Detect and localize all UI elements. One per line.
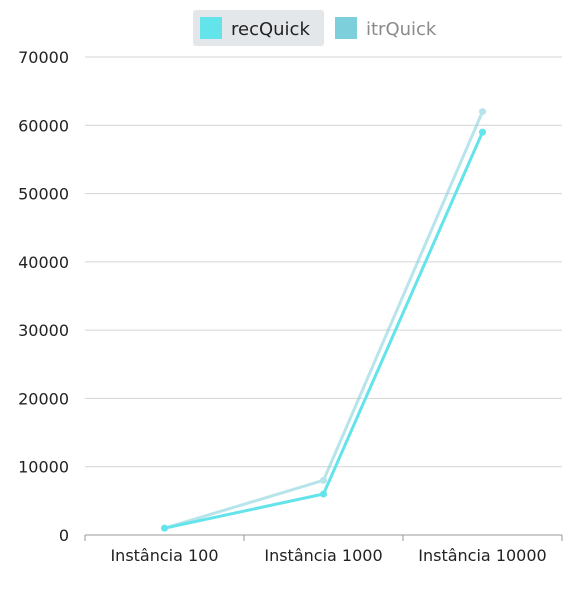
- series-lines: [161, 108, 486, 532]
- y-tick-label-6: 60000: [18, 116, 69, 135]
- legend-label-recQuick: recQuick: [231, 19, 310, 40]
- data-point-recQuick-2[interactable]: [479, 128, 486, 136]
- data-point-itrQuick-2[interactable]: [479, 108, 486, 116]
- y-tick-label-0: 0: [59, 526, 69, 545]
- legend-item-itrQuick[interactable]: itrQuick: [335, 17, 437, 40]
- x-tick-label-1: Instância 1000: [264, 546, 382, 565]
- data-point-recQuick-0[interactable]: [161, 524, 168, 532]
- y-tick-label-1: 10000: [18, 458, 69, 477]
- line-chart: 0 10000 20000 30000 40000 50000 60000 70000 Inst…: [18, 10, 563, 565]
- y-tick-label-7: 70000: [18, 48, 69, 67]
- y-tick-label-5: 50000: [18, 185, 69, 204]
- grid-lines: [85, 56, 562, 468]
- chart-container: 0 10000 20000 30000 40000 50000 60000 70000 Inst…: [0, 0, 585, 592]
- y-tick-label-3: 30000: [18, 321, 69, 340]
- data-point-recQuick-1[interactable]: [320, 490, 327, 498]
- series-itrQuick: [161, 108, 486, 532]
- x-tick-label-0: Instância 100: [110, 546, 218, 565]
- legend-label-itrQuick: itrQuick: [366, 19, 437, 40]
- series-line-itrQuick[interactable]: [163, 110, 484, 530]
- y-tick-label-2: 20000: [18, 389, 69, 408]
- legend-swatch-itrQuick: [335, 17, 357, 39]
- legend-swatch-recQuick: [200, 17, 222, 39]
- legend: recQuick itrQuick: [193, 10, 437, 46]
- data-point-itrQuick-1[interactable]: [320, 476, 327, 484]
- legend-item-recQuick[interactable]: recQuick: [193, 10, 324, 46]
- y-tick-label-4: 40000: [18, 253, 69, 272]
- x-tick-label-2: Instância 10000: [418, 546, 546, 565]
